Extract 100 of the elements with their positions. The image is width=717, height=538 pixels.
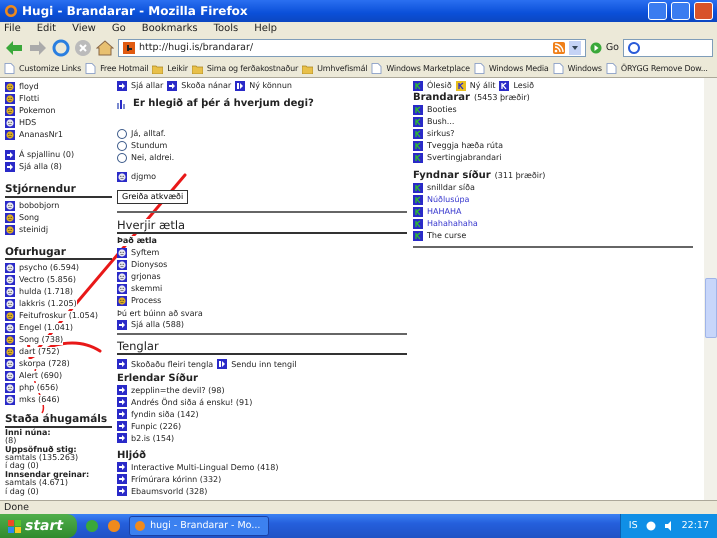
menu-item[interactable]: Bookmarks	[142, 23, 198, 35]
user-link[interactable]: HDS	[19, 118, 36, 128]
thread-link[interactable]: Núðlusúpa	[427, 195, 470, 205]
radio-button[interactable]	[117, 129, 127, 139]
link[interactable]: Funpic (226)	[131, 422, 182, 432]
radio-button[interactable]	[117, 141, 127, 151]
quick-launch-icon[interactable]	[107, 519, 122, 533]
menu-item[interactable]: View	[72, 23, 96, 35]
stat-text: Uppsöfnuð stig:	[5, 446, 77, 454]
thread-link[interactable]: HAHAHA	[427, 207, 462, 217]
stat-text: samtals (135.263)	[5, 454, 78, 462]
link[interactable]: zepplin=the devil? (98)	[131, 386, 225, 396]
thread-link[interactable]: Booties	[427, 105, 457, 115]
bookmark-item[interactable]: Customize Links	[4, 63, 82, 74]
user-link[interactable]: floyd	[19, 82, 39, 92]
link[interactable]: Sjá alla (8)	[19, 162, 62, 172]
link[interactable]: Sendu inn tengil	[231, 360, 297, 370]
close-button[interactable]	[694, 2, 713, 20]
user-link[interactable]: Song (738)	[19, 335, 64, 345]
user-link[interactable]: mks (646)	[19, 395, 60, 405]
user-link[interactable]: Syftem	[131, 248, 160, 258]
link[interactable]: Sjá allar	[131, 81, 164, 91]
link[interactable]: Sjá alla (588)	[131, 320, 184, 330]
user-icon	[5, 118, 15, 128]
thread-link[interactable]: sirkus?	[427, 129, 455, 139]
bookmark-item[interactable]: Free Hotmail	[85, 63, 148, 74]
thread-link[interactable]: Svertingjabrandari	[427, 153, 502, 163]
menu-item[interactable]: Go	[112, 23, 126, 35]
link[interactable]: Andrés Önd siða á ensku! (91)	[131, 398, 252, 408]
quick-launch-icon[interactable]	[85, 519, 100, 533]
bookmark-item[interactable]: Sima og ferðakostnaður	[192, 63, 298, 74]
user-link[interactable]: AnanasNr1	[19, 130, 63, 140]
comment-icon	[413, 105, 423, 115]
bookmark-item[interactable]: Umhvefismál	[302, 63, 368, 74]
url-field[interactable]: http://hugi.is/brandarar/	[118, 39, 586, 57]
scrollbar[interactable]	[704, 78, 717, 500]
link[interactable]: Ný könnun	[249, 81, 292, 91]
user-link[interactable]: dart (752)	[19, 347, 60, 357]
user-icon	[5, 347, 15, 358]
user-link[interactable]: hulda (1.718)	[19, 287, 74, 297]
user-link[interactable]: Alert (690)	[19, 371, 62, 381]
volume-icon[interactable]	[664, 520, 674, 532]
minimize-button[interactable]	[648, 2, 667, 20]
user-link[interactable]: Song	[19, 212, 40, 222]
thread-link[interactable]: Hahahahaha	[427, 219, 478, 229]
vote-button[interactable]: Greiða atkvæði	[117, 190, 188, 204]
back-icon[interactable]	[4, 39, 24, 57]
bookmark-item[interactable]: Windows Marketplace	[371, 63, 470, 74]
bookmark-item[interactable]: Leikir	[152, 63, 188, 74]
scroll-thumb[interactable]	[704, 278, 716, 338]
link[interactable]: Skoðaðu fleiri tengla	[131, 360, 214, 370]
menu-item[interactable]: Edit	[36, 23, 56, 35]
link[interactable]: Frímúrara kórinn (332)	[131, 474, 222, 484]
dropdown-icon[interactable]	[568, 41, 581, 55]
group-heading: Hljóð	[117, 450, 147, 462]
user-link[interactable]: php (656)	[19, 383, 58, 393]
user-link[interactable]: lakkris (1.205)	[19, 299, 77, 309]
bookmark-item[interactable]: Windows	[552, 63, 602, 74]
link[interactable]: fyndin siða (142)	[131, 410, 199, 420]
user-link[interactable]: bobobjorn	[19, 200, 60, 210]
user-link[interactable]: steinidj	[19, 224, 48, 234]
thread-link[interactable]: snilldar síða	[427, 183, 475, 193]
thread-link[interactable]: Bush...	[427, 117, 454, 127]
link[interactable]: b2.is (154)	[131, 434, 174, 444]
user-link[interactable]: grjonas	[131, 272, 161, 282]
menu-item[interactable]: File	[4, 23, 21, 35]
thread-link[interactable]: The curse	[427, 231, 466, 241]
link[interactable]: Ebaumsvorld (328)	[131, 486, 208, 496]
user-link[interactable]: Flotti	[19, 94, 40, 104]
user-link[interactable]: Pokemon	[19, 106, 56, 116]
home-icon[interactable]	[96, 39, 114, 57]
link[interactable]: Á spjallinu (0)	[19, 150, 74, 160]
bookmark-item[interactable]: ÖRYGG Remove Dow...	[606, 63, 708, 74]
user-icon	[117, 172, 127, 182]
user-link[interactable]: djgmo	[131, 172, 156, 182]
user-link[interactable]: Dionysos	[131, 260, 168, 270]
user-link[interactable]: Feitufroskur (1.054)	[19, 311, 98, 321]
tray-icon[interactable]	[646, 521, 656, 531]
user-link[interactable]: Process	[131, 296, 162, 306]
user-link[interactable]: Vectro (5.856)	[19, 275, 76, 285]
bookmark-item[interactable]: Windows Media	[474, 63, 549, 74]
link[interactable]: Interactive Multi-Lingual Demo (418)	[131, 462, 278, 472]
go-button[interactable]: Go	[590, 42, 619, 54]
user-icon	[117, 260, 127, 270]
link[interactable]: Skoða nánar	[181, 81, 232, 91]
thread-link[interactable]: Tveggja hæða rúta	[427, 141, 504, 151]
forward-icon[interactable]	[28, 39, 48, 57]
radio-button[interactable]	[117, 153, 127, 163]
user-link[interactable]: psycho (6.594)	[19, 263, 80, 273]
search-field[interactable]	[623, 39, 713, 57]
maximize-button[interactable]	[671, 2, 690, 20]
taskbar-button[interactable]: hugi - Brandarar - Mo...	[129, 516, 270, 536]
user-link[interactable]: skorpa (728)	[19, 359, 70, 369]
user-link[interactable]: Engel (1.041)	[19, 323, 74, 333]
user-link[interactable]: skemmi	[131, 284, 162, 294]
menu-item[interactable]: Tools	[214, 23, 238, 35]
section-heading: Stjórnendur	[5, 183, 112, 198]
menu-item[interactable]: Help	[254, 23, 278, 35]
comment-icon	[413, 219, 423, 229]
stop-icon[interactable]	[74, 39, 92, 57]
